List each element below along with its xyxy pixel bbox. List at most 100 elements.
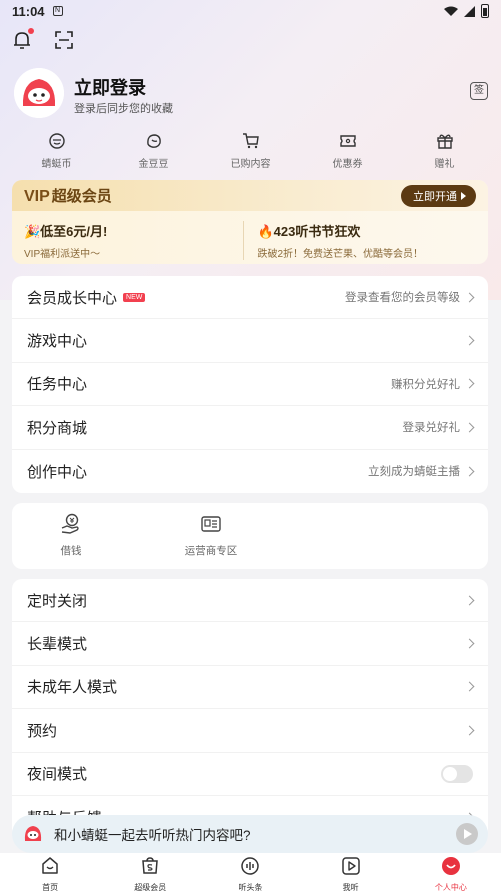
scan-icon — [55, 31, 73, 49]
nfc-icon: N — [52, 6, 63, 16]
menu-game-center[interactable]: 游戏中心 — [12, 319, 488, 363]
nav-label: 超级会员 — [134, 883, 167, 892]
tool-label: 运营商专区 — [184, 545, 238, 557]
menu-hint: 立刻成为蜻蜓主播 — [368, 466, 460, 479]
avatar[interactable] — [14, 68, 64, 118]
quick-link-label: 赠礼 — [434, 159, 455, 170]
quick-link-coins[interactable]: 蜻蜓币 — [8, 132, 105, 172]
menu-minor-mode[interactable]: 未成年人模式 — [12, 666, 488, 710]
chevron-right-icon — [464, 466, 475, 477]
new-badge: NEW — [123, 292, 146, 302]
menu-label: 游戏中心 — [27, 333, 88, 351]
tools-card: 借钱 运营商专区 — [12, 503, 488, 569]
carrier-icon — [201, 516, 221, 532]
scan-button[interactable] — [54, 30, 74, 50]
nav-label: 我听 — [342, 883, 359, 892]
bottom-nav: 首页 超级会员 听头条 我听 个人中心 — [0, 853, 501, 892]
quick-link-gifts[interactable]: 赠礼 — [396, 132, 493, 172]
menu-label: 会员成长中心 — [27, 289, 118, 307]
menu-label: 创作中心 — [27, 463, 88, 481]
vip-title-text: 超级会员 — [51, 188, 112, 205]
nav-label: 听头条 — [238, 883, 263, 892]
vip-bag-icon — [142, 857, 159, 874]
battery-icon — [481, 4, 489, 18]
nav-my-listening[interactable]: 我听 — [301, 856, 401, 892]
chevron-right-icon — [464, 638, 475, 649]
mascot-icon — [24, 826, 42, 841]
menu-night-mode[interactable]: 夜间模式 — [12, 753, 488, 796]
coin-icon — [48, 133, 65, 149]
menu-task-center[interactable]: 任务中心 赚积分兑好礼 — [12, 363, 488, 407]
cart-icon — [242, 133, 259, 149]
main-menu-card: 会员成长中心 NEW 登录查看您的会员等级 游戏中心 任务中心 赚积分兑好礼 积… — [12, 276, 488, 493]
vip-open-button[interactable]: 立即开通 — [401, 184, 476, 207]
nav-home[interactable]: 首页 — [0, 856, 100, 892]
login-subtitle: 登录后同步您的收藏 — [74, 103, 173, 115]
quick-link-coupons[interactable]: 优惠券 — [299, 132, 396, 172]
bean-icon — [146, 134, 161, 148]
quick-link-label: 优惠券 — [332, 159, 363, 170]
vip-promo-left[interactable]: 🎉低至6元/月! VIP福利派送中～ — [24, 221, 243, 260]
gift-icon — [436, 134, 453, 149]
menu-elder-mode[interactable]: 长辈模式 — [12, 622, 488, 666]
menu-label: 未成年人模式 — [27, 679, 118, 697]
vip-badge: VIP — [24, 188, 50, 205]
vip-promo-title: 🔥423听书节狂欢 — [257, 224, 361, 239]
mascot-avatar-icon — [14, 68, 64, 118]
chevron-right-icon — [464, 422, 475, 433]
quick-link-beans[interactable]: 金豆豆 — [105, 132, 202, 172]
chevron-right-icon — [464, 595, 475, 606]
quick-link-label: 金豆豆 — [138, 159, 169, 170]
chevron-right-icon — [464, 292, 475, 303]
nav-label: 首页 — [42, 883, 59, 892]
menu-label: 预约 — [27, 722, 58, 740]
nav-headlines[interactable]: 听头条 — [200, 856, 300, 892]
nav-vip[interactable]: 超级会员 — [100, 856, 200, 892]
login-title[interactable]: 立即登录 — [74, 74, 146, 100]
nav-label: 个人中心 — [434, 883, 467, 892]
nav-profile[interactable]: 个人中心 — [401, 856, 501, 892]
menu-member-growth[interactable]: 会员成长中心 NEW 登录查看您的会员等级 — [12, 276, 488, 320]
quick-link-purchased[interactable]: 已购内容 — [202, 132, 299, 172]
arrow-right-icon — [461, 191, 466, 200]
vip-promo-subtitle: 跌破2折！免费送芒果、优酷等会员！ — [257, 249, 424, 260]
menu-label: 定时关闭 — [27, 592, 88, 610]
menu-sleep-timer[interactable]: 定时关闭 — [12, 579, 488, 623]
menu-label: 夜间模式 — [27, 766, 88, 784]
chevron-right-icon — [464, 725, 475, 736]
menu-label: 任务中心 — [27, 376, 88, 394]
menu-reservation[interactable]: 预约 — [12, 709, 488, 753]
home-icon — [42, 857, 58, 874]
profile-icon — [441, 857, 460, 875]
vip-promo-subtitle: VIP福利派送中～ — [24, 249, 101, 260]
status-time: 11:04 — [12, 3, 45, 19]
vip-title: VIP 超级会员 — [24, 185, 112, 206]
tool-label: 借钱 — [60, 545, 82, 557]
vip-card[interactable]: VIP 超级会员 立即开通 🎉低至6元/月! VIP福利派送中～ 🔥423听书节狂… — [12, 180, 488, 264]
play-box-icon — [341, 857, 360, 875]
headline-icon — [241, 857, 260, 875]
vip-open-label: 立即开通 — [413, 190, 457, 203]
vip-promo-right[interactable]: 🔥423听书节狂欢 跌破2折！免费送芒果、优酷等会员！ — [242, 221, 477, 260]
ticket-icon — [339, 135, 356, 147]
notification-button[interactable] — [12, 28, 34, 50]
menu-hint: 登录查看您的会员等级 — [345, 292, 460, 305]
menu-hint: 赚积分兑好礼 — [391, 378, 460, 391]
chevron-right-icon — [464, 682, 475, 692]
sign-in-button[interactable]: 签 — [470, 82, 488, 100]
quick-link-label: 已购内容 — [230, 159, 271, 170]
chevron-right-icon — [464, 335, 475, 346]
profile-section[interactable]: 立即登录 登录后同步您的收藏 签 — [14, 68, 488, 120]
play-button[interactable] — [456, 823, 478, 845]
wifi-icon — [444, 6, 458, 16]
tool-loan[interactable]: 借钱 — [12, 513, 130, 559]
menu-hint: 登录兑好礼 — [402, 422, 461, 435]
settings-menu-card: 定时关闭 长辈模式 未成年人模式 预约 夜间模式 帮助与反馈 — [12, 579, 488, 839]
night-mode-toggle[interactable] — [441, 764, 473, 783]
tool-carrier[interactable]: 运营商专区 — [152, 513, 270, 559]
mini-player[interactable]: 和小蜻蜓一起去听听热门内容吧? — [12, 815, 488, 853]
menu-creator-center[interactable]: 创作中心 立刻成为蜻蜓主播 — [12, 450, 488, 493]
quick-link-label: 蜻蜓币 — [41, 159, 72, 170]
menu-points-mall[interactable]: 积分商城 登录兑好礼 — [12, 406, 488, 450]
vip-promo-title: 🎉低至6元/月! — [24, 224, 108, 239]
